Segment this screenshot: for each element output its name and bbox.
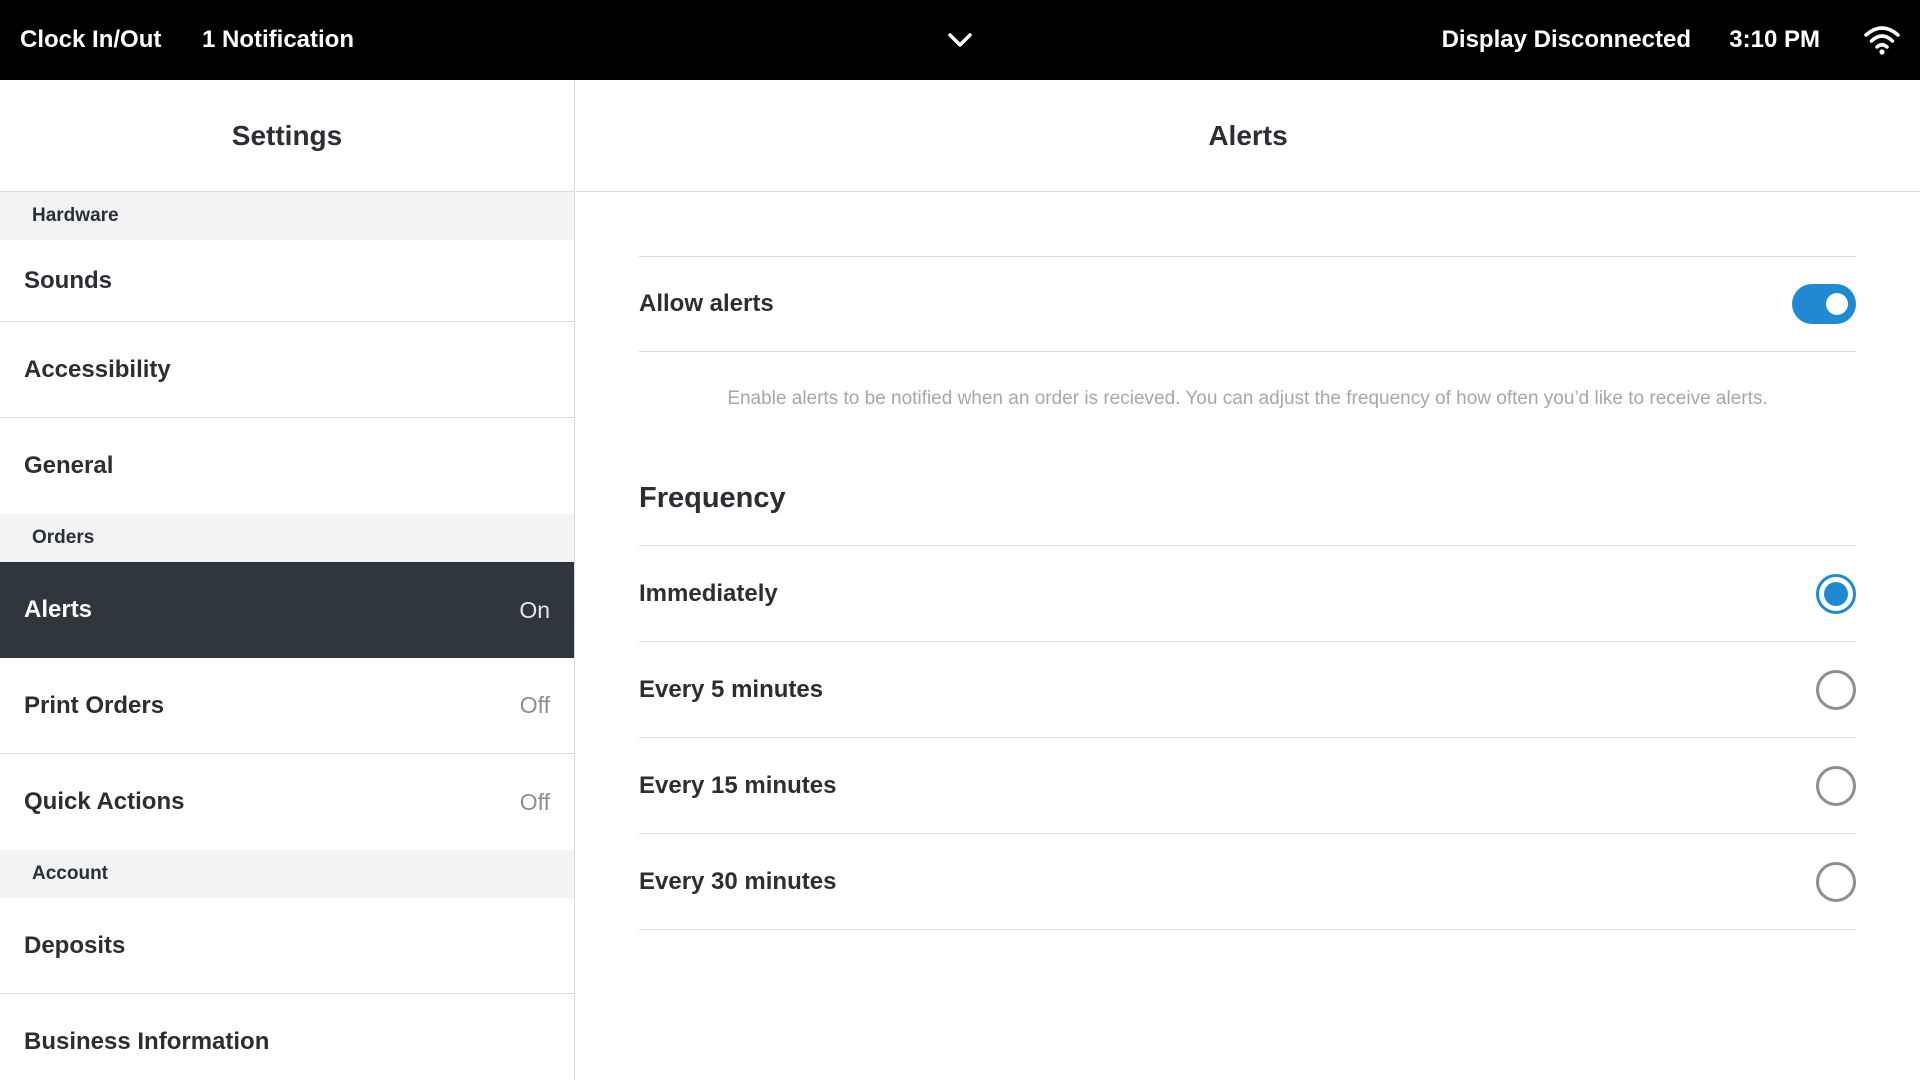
sidebar-item-value: Off [519,788,550,815]
toggle-knob [1826,293,1848,315]
sidebar-item-label: Sounds [24,266,112,294]
settings-sidebar: Settings Hardware Sounds Accessibility G… [0,80,575,1090]
frequency-option-label: Every 15 minutes [639,771,837,799]
section-header-hardware: Hardware [0,192,574,240]
wifi-icon [1864,26,1900,55]
top-status-bar: Clock In/Out 1 Notification Display Disc… [0,0,1920,80]
radio-unchecked-icon[interactable] [1816,765,1856,806]
clock-in-out-button[interactable]: Clock In/Out [20,0,161,80]
sidebar-item-value: On [519,596,550,623]
radio-unchecked-icon[interactable] [1816,669,1856,710]
sidebar-item-accessibility[interactable]: Accessibility [0,322,574,418]
notifications-button[interactable]: 1 Notification [202,0,354,80]
sidebar-item-business-information[interactable]: Business Information [0,994,574,1090]
alerts-description: Enable alerts to be notified when an ord… [727,388,1768,409]
radio-unchecked-icon[interactable] [1816,861,1856,902]
section-header-orders: Orders [0,514,574,562]
allow-alerts-label: Allow alerts [639,290,774,317]
sidebar-item-label: Accessibility [24,355,171,383]
sidebar-item-sounds[interactable]: Sounds [0,240,574,322]
sidebar-item-alerts[interactable]: Alerts On [0,562,574,658]
allow-alerts-row[interactable]: Allow alerts [639,256,1856,352]
sidebar-item-value: Off [519,692,550,718]
frequency-option-immediately[interactable]: Immediately [639,546,1856,642]
sidebar-item-label: Print Orders [24,691,165,719]
frequency-title: Frequency [639,478,1856,546]
page-title: Alerts [576,80,1920,192]
radio-dot [1824,581,1848,606]
display-status[interactable]: Display Disconnected [1442,0,1691,80]
sidebar-item-label: Business Information [24,1028,270,1055]
alerts-panel: Alerts Allow alerts Enable alerts to be … [576,80,1920,1080]
sidebar-item-label: General [24,452,114,479]
sidebar-item-deposits[interactable]: Deposits [0,898,574,994]
sidebar-item-label: Alerts [24,596,93,623]
frequency-option-5-minutes[interactable]: Every 5 minutes [639,642,1856,738]
radio-checked-icon[interactable] [1816,573,1856,614]
frequency-option-30-minutes[interactable]: Every 30 minutes [639,834,1856,930]
sidebar-title: Settings [0,80,574,192]
section-header-account: Account [0,850,574,898]
sidebar-item-print-orders[interactable]: Print Orders Off [0,658,574,754]
alerts-content: Allow alerts Enable alerts to be notifie… [639,192,1856,930]
frequency-option-label: Every 5 minutes [639,675,824,703]
frequency-option-label: Every 30 minutes [639,867,837,895]
sidebar-item-general[interactable]: General [0,418,574,514]
sidebar-item-quick-actions[interactable]: Quick Actions Off [0,754,574,850]
clock-time: 3:10 PM [1729,26,1820,53]
sidebar-item-label: Quick Actions [24,788,185,815]
chevron-down-icon[interactable] [946,26,974,54]
frequency-option-15-minutes[interactable]: Every 15 minutes [639,738,1856,834]
allow-alerts-toggle[interactable] [1792,284,1856,324]
frequency-option-label: Immediately [639,579,778,607]
sidebar-item-label: Deposits [24,931,126,959]
